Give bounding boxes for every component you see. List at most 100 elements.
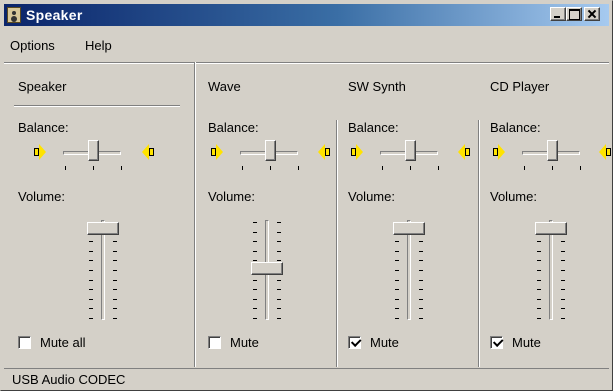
volume-tick xyxy=(89,241,93,243)
volume-tick xyxy=(89,308,93,310)
volume-tick xyxy=(395,241,399,243)
left-speaker-icon xyxy=(350,143,366,161)
channel-sw-synth: SW Synth Balance: Volume: Mute xyxy=(338,62,478,367)
balance-thumb[interactable] xyxy=(265,140,276,161)
volume-tick xyxy=(561,289,565,291)
status-text: USB Audio CODEC xyxy=(12,372,126,387)
volume-tick xyxy=(277,279,281,281)
volume-track[interactable] xyxy=(101,220,105,320)
volume-tick xyxy=(419,298,423,300)
volume-track[interactable] xyxy=(549,220,553,320)
volume-tick xyxy=(537,308,541,310)
volume-tick xyxy=(253,241,257,243)
title-bar[interactable]: Speaker xyxy=(4,4,609,26)
channel-name: Wave xyxy=(208,79,241,94)
volume-tick xyxy=(419,250,423,252)
volume-tick xyxy=(277,289,281,291)
volume-tick xyxy=(561,308,565,310)
volume-track[interactable] xyxy=(407,220,411,320)
volume-tick xyxy=(537,318,541,319)
minimize-button[interactable] xyxy=(550,7,566,21)
volume-tick xyxy=(113,289,117,291)
mute-checkbox-box[interactable] xyxy=(490,336,503,349)
status-bar: USB Audio CODEC xyxy=(4,368,609,389)
left-speaker-icon xyxy=(33,143,49,161)
channel-name: CD Player xyxy=(490,79,550,94)
balance-slider[interactable] xyxy=(492,140,613,180)
mute-checkbox-box[interactable] xyxy=(208,336,221,349)
volume-thumb[interactable] xyxy=(393,221,425,235)
volume-slider[interactable] xyxy=(238,214,298,324)
channel-wave: Wave Balance: Volume: Mute xyxy=(196,62,336,367)
volume-label: Volume: xyxy=(348,189,395,204)
mixer-panels: Speaker Balance: Volume: Mute all Wave B… xyxy=(4,62,611,367)
volume-tick xyxy=(419,289,423,291)
volume-tick xyxy=(395,250,399,252)
menu-help[interactable]: Help xyxy=(85,38,112,53)
volume-tick xyxy=(537,270,541,271)
volume-tick xyxy=(89,318,93,319)
volume-tick xyxy=(395,279,399,281)
volume-tick xyxy=(277,308,281,310)
left-speaker-icon xyxy=(492,143,508,161)
volume-tick xyxy=(89,270,93,271)
close-button[interactable] xyxy=(584,7,600,21)
channel-name: Speaker xyxy=(18,79,67,94)
volume-tick xyxy=(419,318,423,319)
channel-speaker: Speaker Balance: Volume: Mute all xyxy=(4,62,194,367)
volume-label: Volume: xyxy=(18,189,65,204)
mute-label: Mute xyxy=(512,335,541,350)
mute-label: Mute all xyxy=(40,335,86,350)
mute-checkbox-box[interactable] xyxy=(348,336,361,349)
volume-tick xyxy=(113,308,117,310)
window-title: Speaker xyxy=(26,7,83,23)
volume-tick xyxy=(395,289,399,291)
volume-thumb[interactable] xyxy=(87,221,119,235)
volume-tick xyxy=(395,318,399,319)
right-speaker-icon xyxy=(596,143,612,161)
balance-label: Balance: xyxy=(18,120,69,135)
volume-tick xyxy=(537,241,541,243)
menu-bar: Options Help xyxy=(4,38,609,58)
maximize-button[interactable] xyxy=(566,7,582,21)
mute-label: Mute xyxy=(230,335,259,350)
volume-tick xyxy=(113,298,117,300)
volume-slider[interactable] xyxy=(522,214,582,324)
volume-tick xyxy=(253,250,257,252)
speaker-app-icon[interactable] xyxy=(7,7,21,23)
menu-options[interactable]: Options xyxy=(10,38,55,53)
volume-tick xyxy=(395,270,399,271)
right-speaker-icon xyxy=(455,143,471,161)
volume-label: Volume: xyxy=(208,189,255,204)
volume-tick xyxy=(89,289,93,291)
volume-tick xyxy=(113,279,117,281)
right-speaker-icon xyxy=(139,143,155,161)
volume-tick xyxy=(89,279,93,281)
balance-slider[interactable] xyxy=(210,140,350,180)
volume-tick xyxy=(253,298,257,300)
balance-label: Balance: xyxy=(348,120,399,135)
left-speaker-icon xyxy=(210,143,226,161)
volume-tick xyxy=(561,298,565,300)
balance-slider[interactable] xyxy=(350,140,490,180)
volume-tick xyxy=(89,260,93,262)
volume-tick xyxy=(253,308,257,310)
balance-thumb[interactable] xyxy=(88,140,99,161)
mute-checkbox-box[interactable] xyxy=(18,336,31,349)
volume-tick xyxy=(537,250,541,252)
volume-slider[interactable] xyxy=(74,214,134,324)
volume-tick xyxy=(419,270,423,271)
volume-thumb[interactable] xyxy=(535,221,567,235)
volume-tick xyxy=(561,270,565,271)
volume-slider[interactable] xyxy=(380,214,440,324)
volume-tick xyxy=(419,241,423,243)
volume-tick xyxy=(113,250,117,252)
balance-slider[interactable] xyxy=(33,140,173,180)
volume-tick xyxy=(277,222,281,223)
balance-thumb[interactable] xyxy=(405,140,416,161)
volume-tick xyxy=(561,260,565,262)
volume-tick xyxy=(419,260,423,262)
volume-thumb[interactable] xyxy=(251,261,283,275)
balance-thumb[interactable] xyxy=(547,140,558,161)
volume-tick xyxy=(253,318,257,319)
